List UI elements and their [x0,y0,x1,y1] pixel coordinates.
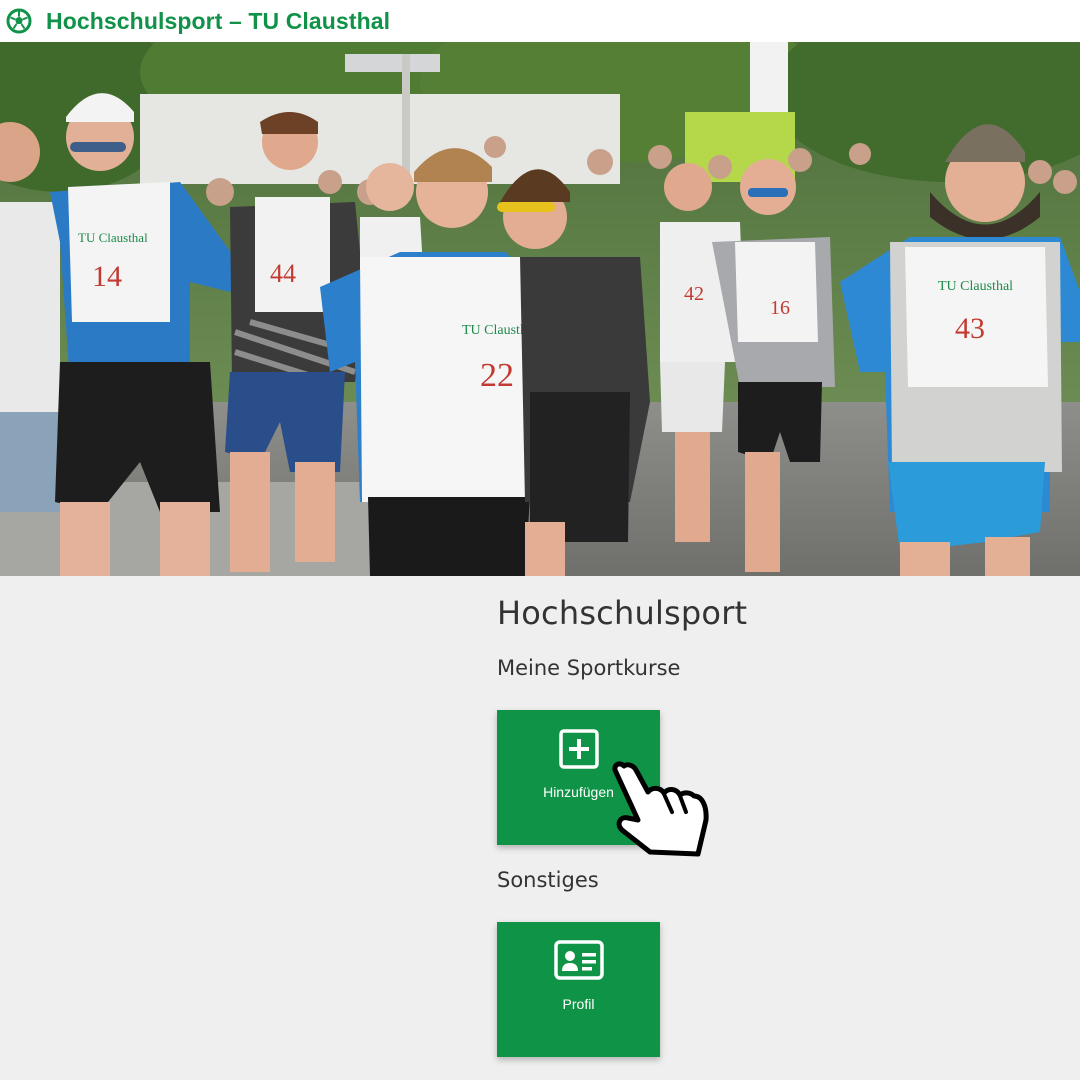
add-course-label: Hinzufügen [543,784,614,800]
site-title[interactable]: Hochschulsport – TU Clausthal [46,8,390,35]
main-content: Hochschulsport Meine Sportkurse Hinzufüg… [0,576,1080,1080]
hero-banner: 14 TU Clausthal 44 22 TU Clausthal 42 16… [0,42,1080,576]
soccer-ball-icon[interactable] [6,8,32,34]
profile-button[interactable]: Profil [497,922,660,1057]
page-title: Hochschulsport [497,594,748,632]
bib-number: 43 [955,312,985,345]
plus-square-icon [558,729,599,769]
add-course-button[interactable]: Hinzufügen [497,710,660,845]
section-heading-sonstiges: Sonstiges [497,868,599,892]
bib-number: 44 [270,259,296,288]
app-header: Hochschulsport – TU Clausthal [0,0,1080,42]
bib-number: 16 [770,297,790,319]
id-card-icon [553,940,604,980]
bib-number: 14 [92,260,122,293]
section-heading-sportkurse: Meine Sportkurse [497,656,681,680]
runners-photo: 14 TU Clausthal 44 22 TU Clausthal 42 16… [0,42,1080,576]
bib-number: 42 [684,283,704,305]
profile-label: Profil [562,996,595,1012]
svg-text:TU Clausthal: TU Clausthal [78,230,148,245]
svg-text:TU Clausthal: TU Clausthal [938,279,1013,294]
bib-number: 22 [480,357,514,394]
